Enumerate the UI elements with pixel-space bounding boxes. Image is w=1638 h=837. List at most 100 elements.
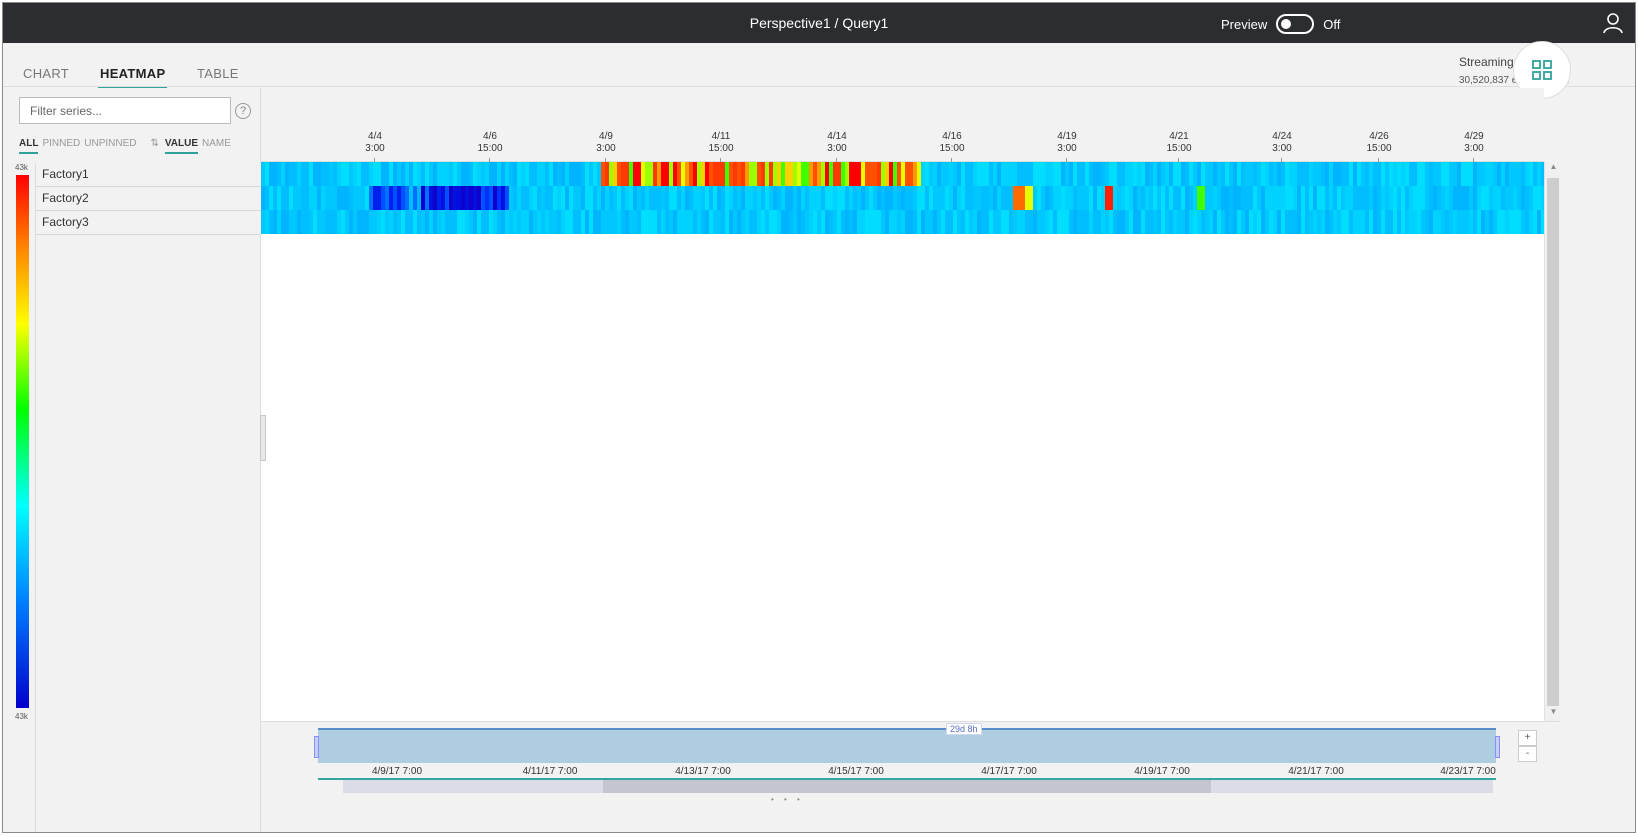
heatmap-cell[interactable] [1433, 162, 1437, 186]
heatmap-cell[interactable] [1453, 186, 1457, 210]
heatmap-cell[interactable] [1393, 186, 1397, 210]
heatmap-cell[interactable] [365, 186, 369, 210]
heatmap-cell[interactable] [1365, 210, 1369, 234]
heatmap-cell[interactable] [489, 186, 493, 210]
heatmap-cell[interactable] [341, 162, 345, 186]
heatmap-cell[interactable] [1181, 210, 1185, 234]
heatmap-cell[interactable] [1393, 162, 1397, 186]
heatmap-cell[interactable] [1097, 162, 1101, 186]
heatmap-cell[interactable] [1253, 210, 1257, 234]
heatmap-cell[interactable] [1257, 186, 1261, 210]
heatmap-cell[interactable] [481, 210, 485, 234]
heatmap-cell[interactable] [773, 162, 777, 186]
heatmap-cell[interactable] [469, 162, 473, 186]
heatmap-cell[interactable] [761, 186, 765, 210]
heatmap-cell[interactable] [1189, 162, 1193, 186]
heatmap-cell[interactable] [541, 186, 545, 210]
heatmap-cell[interactable] [1529, 186, 1533, 210]
heatmap-cell[interactable] [741, 186, 745, 210]
heatmap-cell[interactable] [545, 162, 549, 186]
heatmap-cell[interactable] [689, 186, 693, 210]
heatmap-cell[interactable] [1397, 186, 1401, 210]
heatmap-cell[interactable] [997, 186, 1001, 210]
heatmap-cell[interactable] [661, 186, 665, 210]
heatmap-cell[interactable] [849, 162, 853, 186]
heatmap-cell[interactable] [1409, 162, 1413, 186]
heatmap-cell[interactable] [1341, 186, 1345, 210]
heatmap-cell[interactable] [1121, 162, 1125, 186]
heatmap-cell[interactable] [537, 186, 541, 210]
heatmap-cell[interactable] [865, 186, 869, 210]
heatmap-cell[interactable] [725, 210, 729, 234]
heatmap-cell[interactable] [1509, 210, 1513, 234]
heatmap-cell[interactable] [321, 210, 325, 234]
heatmap-cell[interactable] [509, 210, 513, 234]
heatmap-cell[interactable] [281, 162, 285, 186]
heatmap-cell[interactable] [957, 162, 961, 186]
heatmap-cell[interactable] [1365, 162, 1369, 186]
heatmap-cell[interactable] [473, 210, 477, 234]
heatmap-cell[interactable] [525, 186, 529, 210]
heatmap-cell[interactable] [509, 186, 513, 210]
heatmap-cell[interactable] [421, 186, 425, 210]
heatmap-cell[interactable] [829, 210, 833, 234]
heatmap-cell[interactable] [1205, 162, 1209, 186]
heatmap-cell[interactable] [777, 162, 781, 186]
heatmap-cell[interactable] [1449, 162, 1453, 186]
heatmap-cell[interactable] [1141, 186, 1145, 210]
heatmap-cell[interactable] [589, 210, 593, 234]
heatmap-cell[interactable] [509, 162, 513, 186]
heatmap-cell[interactable] [989, 210, 993, 234]
heatmap-cell[interactable] [557, 162, 561, 186]
heatmap-cell[interactable] [1077, 210, 1081, 234]
heatmap-cell[interactable] [729, 210, 733, 234]
heatmap-cell[interactable] [1533, 162, 1537, 186]
heatmap-cell[interactable] [1493, 210, 1497, 234]
heatmap-cell[interactable] [309, 162, 313, 186]
heatmap-cell[interactable] [557, 210, 561, 234]
heatmap-cell[interactable] [1201, 162, 1205, 186]
heatmap-cell[interactable] [485, 210, 489, 234]
heatmap-cell[interactable] [1237, 162, 1241, 186]
heatmap-cell[interactable] [517, 210, 521, 234]
heatmap-cell[interactable] [1425, 186, 1429, 210]
heatmap-cell[interactable] [633, 162, 637, 186]
heatmap-cell[interactable] [1477, 210, 1481, 234]
heatmap-cell[interactable] [1197, 162, 1201, 186]
heatmap-cell[interactable] [289, 186, 293, 210]
heatmap-cell[interactable] [405, 210, 409, 234]
heatmap-cell[interactable] [1485, 162, 1489, 186]
heatmap-cell[interactable] [729, 186, 733, 210]
heatmap-cell[interactable] [1369, 162, 1373, 186]
heatmap-cell[interactable] [677, 162, 681, 186]
heatmap-cell[interactable] [1437, 186, 1441, 210]
heatmap-cell[interactable] [1053, 210, 1057, 234]
heatmap-cell[interactable] [925, 186, 929, 210]
heatmap-cell[interactable] [1161, 162, 1165, 186]
heatmap-cell[interactable] [1473, 162, 1477, 186]
heatmap-cell[interactable] [929, 162, 933, 186]
heatmap-cell[interactable] [541, 210, 545, 234]
heatmap-cell[interactable] [469, 210, 473, 234]
heatmap-cell[interactable] [1301, 210, 1305, 234]
heatmap-cell[interactable] [397, 186, 401, 210]
heatmap-cell[interactable] [413, 210, 417, 234]
heatmap-cell[interactable] [401, 186, 405, 210]
heatmap-cell[interactable] [553, 186, 557, 210]
heatmap-cell[interactable] [1533, 186, 1537, 210]
heatmap-cell[interactable] [453, 162, 457, 186]
heatmap-cell[interactable] [465, 210, 469, 234]
heatmap-cell[interactable] [1529, 210, 1533, 234]
heatmap-cell[interactable] [785, 186, 789, 210]
heatmap-cell[interactable] [1353, 210, 1357, 234]
heatmap-cell[interactable] [701, 162, 705, 186]
heatmap-cell[interactable] [693, 186, 697, 210]
heatmap-cell[interactable] [853, 186, 857, 210]
heatmap-cell[interactable] [785, 210, 789, 234]
heatmap-cell[interactable] [1153, 210, 1157, 234]
heatmap-cell[interactable] [613, 162, 617, 186]
heatmap-cell[interactable] [941, 186, 945, 210]
heatmap-cell[interactable] [505, 162, 509, 186]
heatmap-cell[interactable] [1085, 186, 1089, 210]
heatmap-cell[interactable] [481, 162, 485, 186]
